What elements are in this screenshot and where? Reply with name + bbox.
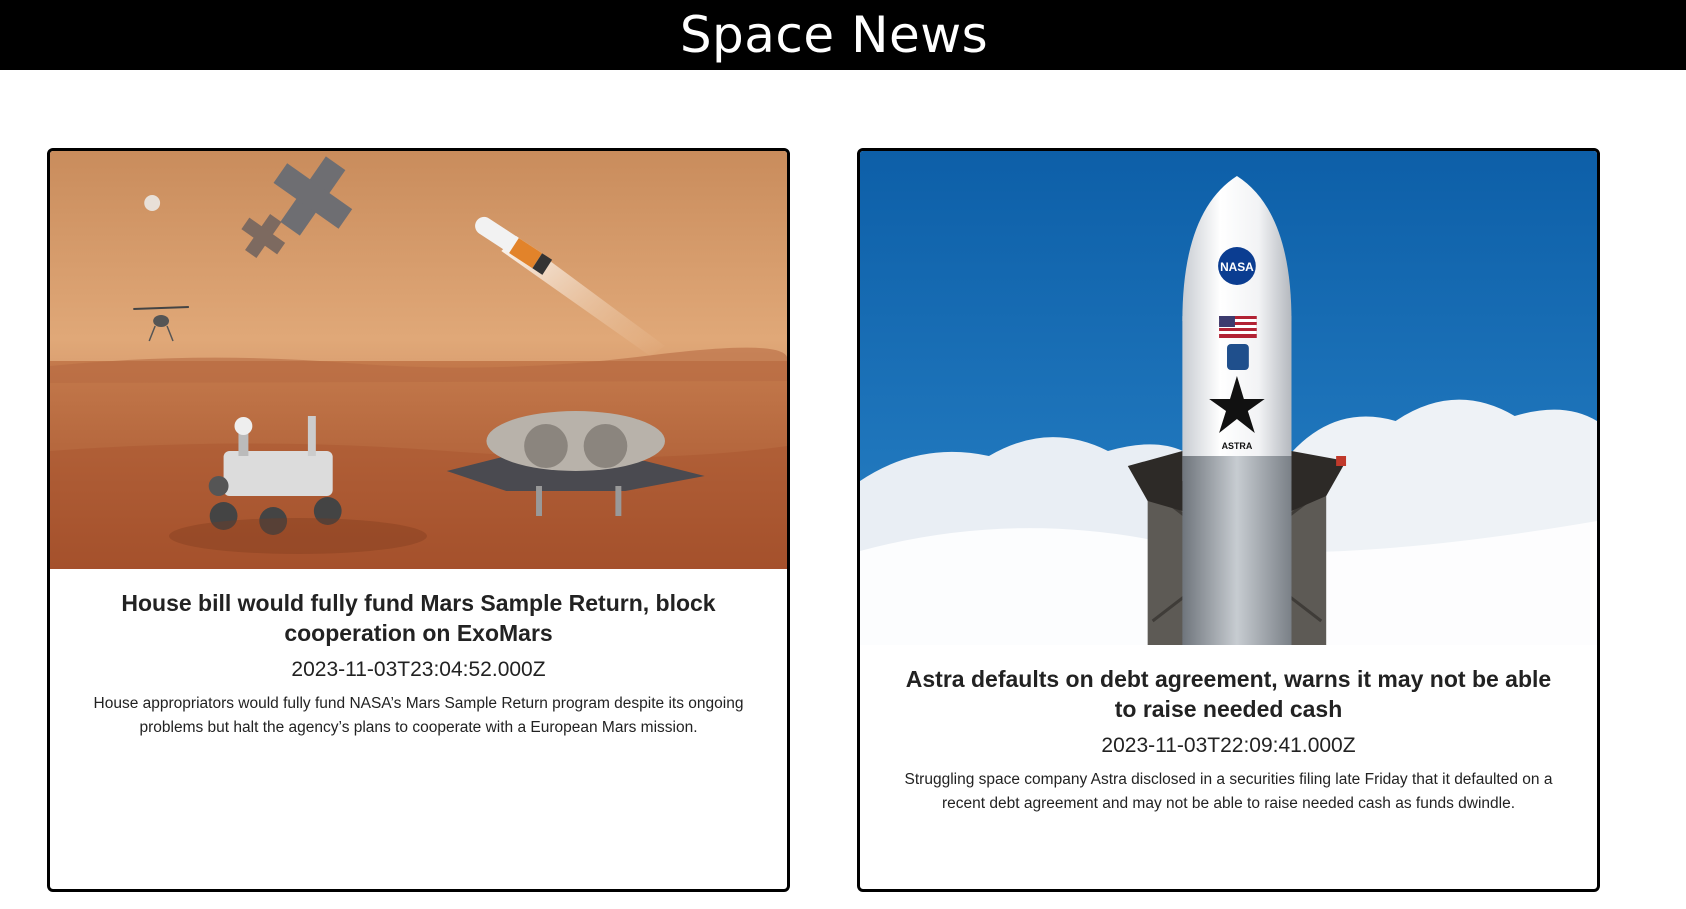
article-image[interactable] xyxy=(50,151,787,569)
article-date: 2023-11-03T22:09:41.000Z xyxy=(1101,734,1356,757)
article-date: 2023-11-03T23:04:52.000Z xyxy=(291,658,546,681)
article-body: Astra defaults on debt agreement, warns … xyxy=(860,664,1597,816)
article-title[interactable]: Astra defaults on debt agreement, warns … xyxy=(888,664,1569,724)
article-card[interactable]: House bill would fully fund Mars Sample … xyxy=(47,148,790,892)
article-summary: Struggling space company Astra disclosed… xyxy=(904,771,1553,812)
article-title[interactable]: House bill would fully fund Mars Sample … xyxy=(78,588,759,648)
rocket-nasa-label: NASA xyxy=(1220,260,1254,274)
site-header: Space News xyxy=(0,0,1686,70)
article-body: House bill would fully fund Mars Sample … xyxy=(50,588,787,740)
rocket-astra-label: ASTRA xyxy=(1222,441,1253,451)
site-title: Space News xyxy=(679,6,989,64)
article-card[interactable]: NASA ASTRA Astra defaults on debt agreem… xyxy=(857,148,1600,892)
article-summary: House appropriators would fully fund NAS… xyxy=(93,695,744,736)
article-image[interactable]: NASA ASTRA xyxy=(860,151,1597,645)
